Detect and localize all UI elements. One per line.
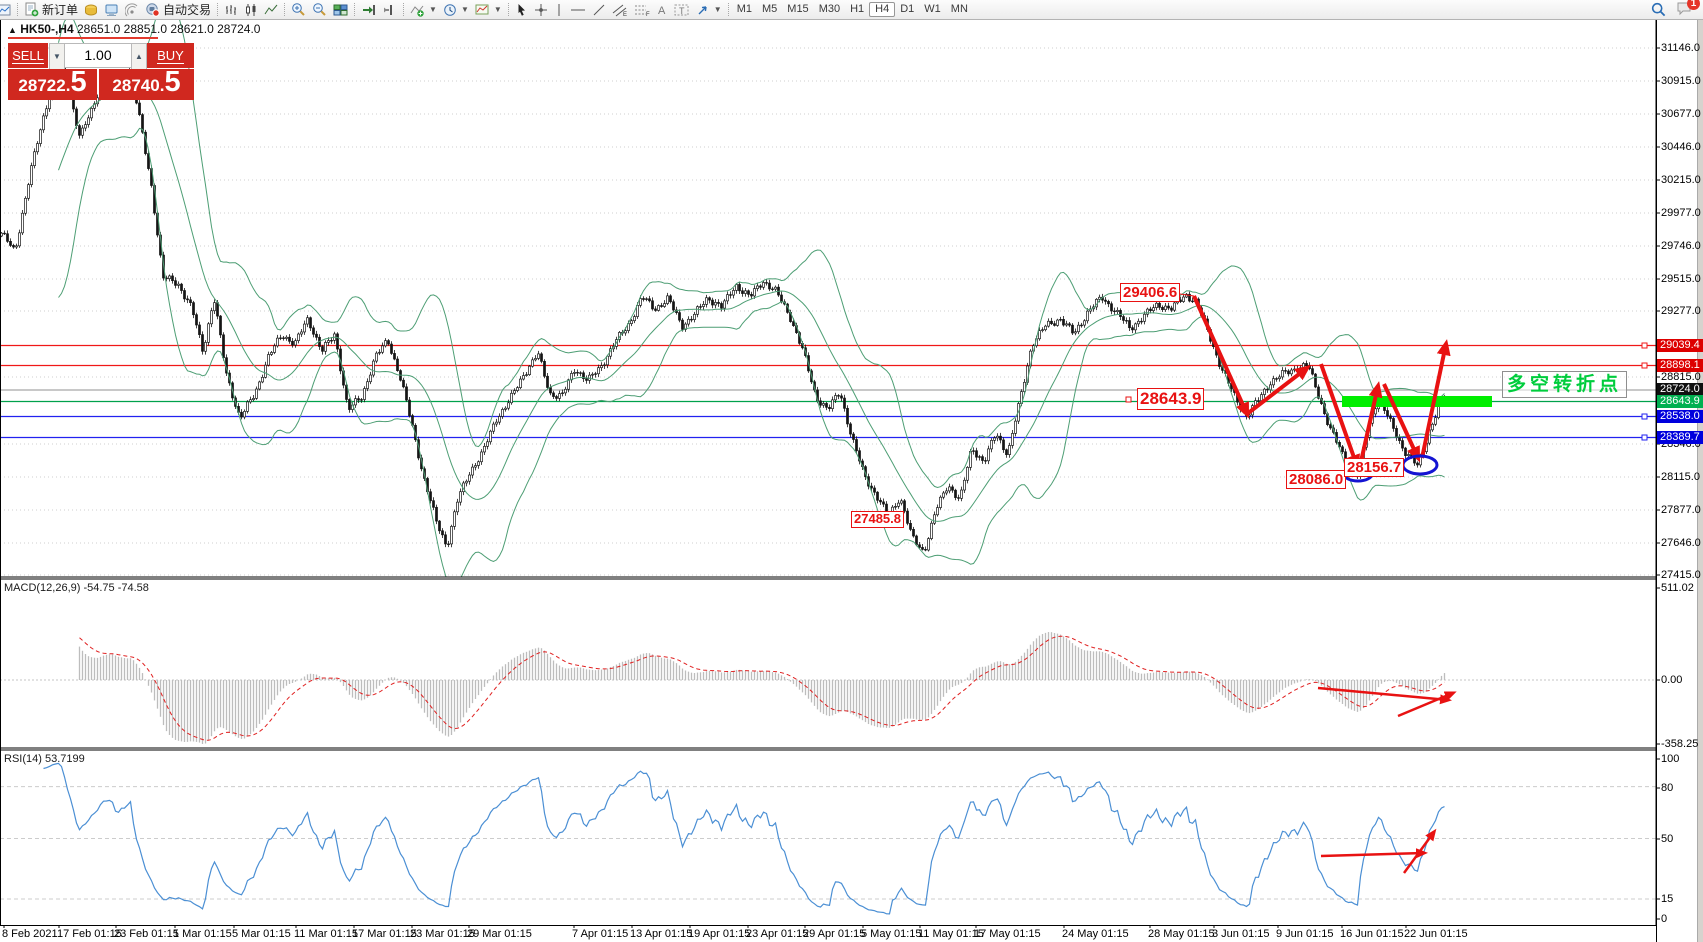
indicators-button[interactable]: ▼ (407, 1, 440, 18)
periods-button[interactable]: ▼ (440, 1, 472, 18)
zoom-out-icon (312, 2, 327, 17)
cursor-icon (515, 3, 528, 17)
zoom-out-button[interactable] (309, 1, 330, 18)
buy-price[interactable]: 28740.5 (99, 69, 194, 100)
deposit-button[interactable] (81, 1, 101, 18)
svg-text:E: E (623, 12, 627, 17)
indicators-icon (410, 3, 425, 17)
dropdown-caret: ▼ (461, 5, 469, 14)
market-button[interactable] (101, 1, 122, 18)
notification-badge: 1 (1687, 0, 1700, 10)
timeframe-MN[interactable]: MN (946, 2, 973, 17)
line-chart-button[interactable] (261, 1, 281, 18)
arrow-objects-icon (696, 3, 710, 17)
fibonacci-tool-button[interactable]: F (631, 1, 653, 18)
line-chart-icon (264, 3, 278, 17)
collapse-arrow-icon[interactable]: ▲ (8, 25, 17, 35)
zoom-in-button[interactable] (288, 1, 309, 18)
toolbar-separator (217, 3, 218, 16)
signal-icon (125, 3, 139, 17)
text-icon: A (656, 3, 668, 17)
volume-decrease-button[interactable]: ▼ (49, 43, 65, 70)
market-icon (104, 3, 119, 17)
svg-text:F: F (646, 12, 650, 17)
zoom-in-icon (291, 2, 306, 17)
timeframe-D1[interactable]: D1 (895, 2, 919, 17)
cursor-tool-button[interactable] (512, 1, 531, 18)
timeframe-M15[interactable]: M15 (782, 2, 813, 17)
toolbar-separator (728, 3, 729, 16)
chart-window-icon (0, 3, 11, 17)
new-order-label: 新订单 (42, 1, 78, 18)
one-click-trading-panel: SELL ▼ 1.00 ▲ BUY 28722.5 28740.5 (8, 43, 194, 100)
svg-text:A: A (658, 5, 666, 17)
toolbar-separator (508, 3, 509, 16)
main-toolbar: 新订单 自动交易 ▼ ▼ (0, 0, 1703, 20)
dropdown-caret: ▼ (714, 5, 722, 14)
auto-trading-icon (145, 2, 160, 17)
timeframe-bar: M1M5M15M30H1H4D1W1MN (732, 2, 973, 17)
fibonacci-icon: F (634, 3, 650, 17)
title-underline (8, 37, 158, 39)
timeframe-M30[interactable]: M30 (814, 2, 845, 17)
chart-shift-icon (382, 3, 397, 17)
auto-trading-label: 自动交易 (163, 1, 211, 18)
dropdown-caret: ▼ (494, 5, 502, 14)
clock-icon (443, 3, 457, 17)
bar-chart-icon (224, 3, 238, 17)
sell-button[interactable]: SELL (8, 43, 48, 68)
search-icon[interactable] (1651, 2, 1666, 17)
tile-windows-button[interactable] (330, 1, 351, 18)
toolbar-separator (403, 3, 404, 16)
arrows-tool-button[interactable]: ▼ (693, 1, 725, 18)
chart-canvas[interactable] (0, 0, 1703, 942)
toolbar-separator (354, 3, 355, 16)
trendline-tool-button[interactable] (589, 1, 609, 18)
new-order-button[interactable]: 新订单 (21, 1, 81, 18)
symbol-period-label: HK50-,H4 (20, 22, 73, 36)
tile-windows-icon (333, 3, 348, 17)
candlestick-chart-button[interactable] (241, 1, 261, 18)
crosshair-icon (534, 3, 548, 17)
horizontal-line-icon (570, 3, 586, 17)
text-label-icon: T (674, 3, 690, 17)
dropdown-caret: ▼ (429, 5, 437, 14)
svg-text:T: T (679, 6, 685, 16)
volume-input[interactable]: 1.00 (64, 43, 136, 68)
text-label-tool-button[interactable]: T (671, 1, 693, 18)
charts-window-button[interactable] (0, 1, 14, 18)
timeframe-W1[interactable]: W1 (919, 2, 946, 17)
gold-coin-icon (84, 3, 98, 17)
toolbar-separator (284, 3, 285, 16)
auto-scroll-button[interactable] (358, 1, 379, 18)
buy-button[interactable]: BUY (147, 43, 194, 68)
trendline-icon (592, 3, 606, 17)
horizontal-line-tool-button[interactable] (567, 1, 589, 18)
sell-price[interactable]: 28722.5 (8, 69, 97, 100)
bar-chart-button[interactable] (221, 1, 241, 18)
signals-button[interactable] (122, 1, 142, 18)
chart-title: ▲ HK50-,H4 28651.0 28851.0 28621.0 28724… (8, 22, 260, 36)
candlestick-chart-icon (244, 3, 258, 17)
timeframe-M5[interactable]: M5 (757, 2, 782, 17)
notifications-button[interactable]: 1 (1676, 1, 1693, 19)
equidistant-channel-icon: E (612, 3, 628, 17)
crosshair-tool-button[interactable] (531, 1, 551, 18)
new-order-icon (24, 2, 39, 17)
chart-shift-button[interactable] (379, 1, 400, 18)
templates-button[interactable]: ▼ (472, 1, 505, 18)
ohlc-values: 28651.0 28851.0 28621.0 28724.0 (77, 22, 261, 36)
template-icon (475, 3, 490, 17)
auto-trading-button[interactable]: 自动交易 (142, 1, 214, 18)
timeframe-M1[interactable]: M1 (732, 2, 757, 17)
volume-increase-button[interactable]: ▲ (131, 43, 147, 70)
toolbar-separator (17, 3, 18, 16)
vertical-line-icon (554, 3, 564, 17)
channel-tool-button[interactable]: E (609, 1, 631, 18)
vertical-line-tool-button[interactable] (551, 1, 567, 18)
auto-scroll-icon (361, 3, 376, 17)
timeframe-H4[interactable]: H4 (869, 2, 895, 17)
text-tool-button[interactable]: A (653, 1, 671, 18)
timeframe-H1[interactable]: H1 (845, 2, 869, 17)
